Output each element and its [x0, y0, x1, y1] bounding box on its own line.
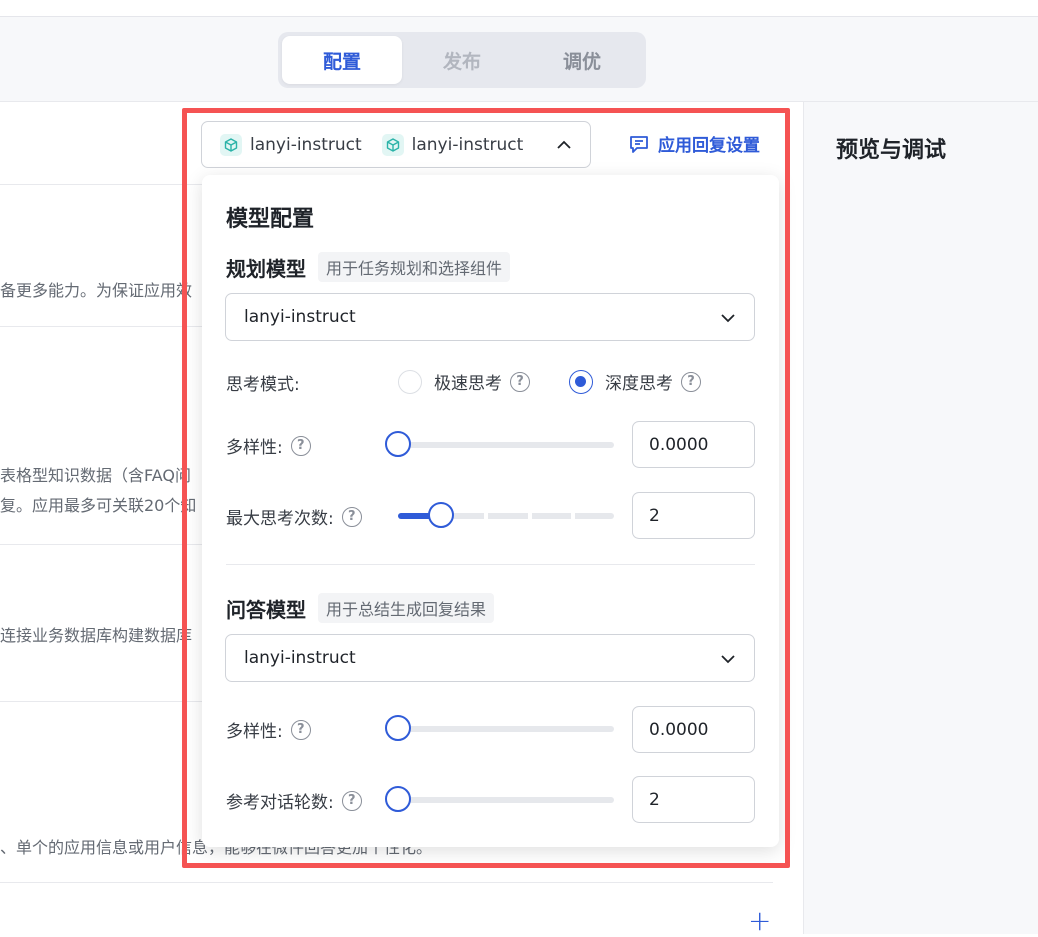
tab-tune[interactable]: 调优 [522, 36, 642, 84]
section-divider [0, 882, 773, 883]
header: 配置 发布 调优 [0, 17, 1038, 102]
tab-config[interactable]: 配置 [282, 36, 402, 84]
section-description: 表格型知识数据（含FAQ问 [0, 466, 191, 485]
preview-panel: 预览与调试 [803, 102, 1038, 934]
tab-publish[interactable]: 发布 [402, 36, 522, 84]
preview-title: 预览与调试 [836, 138, 947, 163]
section-description: 连接业务数据库构建数据库 [0, 626, 193, 645]
highlight-frame [182, 108, 790, 868]
mode-tabs: 配置 发布 调优 [278, 32, 646, 88]
top-bar [0, 0, 1038, 17]
add-icon[interactable]: + [748, 904, 771, 937]
section-description: 复。应用最多可关联20个知 [0, 496, 197, 515]
section-description: 备更多能力。为保证应用效 [0, 281, 193, 300]
